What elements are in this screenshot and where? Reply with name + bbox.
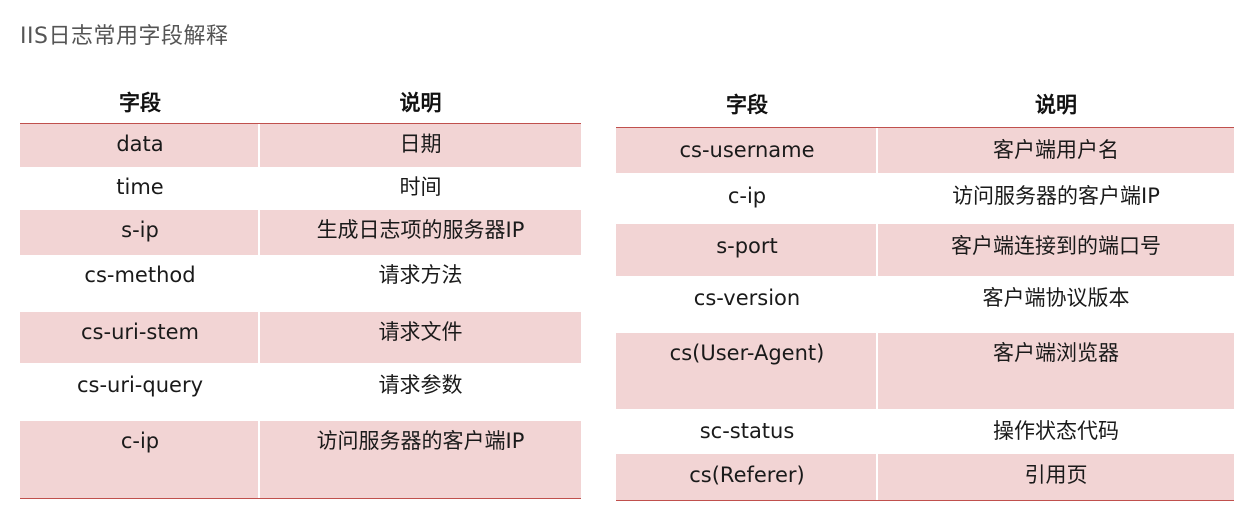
header-field: 字段 (119, 91, 161, 115)
desc-cell: 引用页 (1024, 463, 1088, 487)
table-row: cs(Referer) 引用页 (616, 454, 1234, 501)
table-row: cs-method 请求方法 (20, 255, 581, 312)
table-header: 字段 说明 (20, 83, 581, 124)
header-field: 字段 (726, 93, 768, 117)
table-row: cs-version 客户端协议版本 (616, 276, 1234, 333)
desc-cell: 客户端浏览器 (993, 341, 1119, 365)
field-cell: cs-uri-query (76, 373, 204, 397)
desc-cell: 日期 (399, 132, 442, 156)
field-cell: s-port (716, 234, 778, 258)
right-field-table: 字段 说明 cs-username 客户端用户名 c-ip 访问服务器的客户端I… (616, 83, 1234, 501)
table-row: cs-username 客户端用户名 (616, 128, 1234, 173)
left-field-table: 字段 说明 data 日期 time 时间 s-ip 生成日志项的服务器IP c… (20, 83, 581, 499)
field-cell: s-ip (121, 218, 159, 242)
field-cell: cs(User-Agent) (669, 341, 825, 365)
table-row: cs(User-Agent) 客户端浏览器 (616, 333, 1234, 409)
desc-cell: 访问服务器的客户端IP (952, 184, 1160, 208)
desc-cell: 生成日志项的服务器IP (316, 218, 525, 242)
table-row: c-ip 访问服务器的客户端IP (20, 421, 581, 499)
desc-cell: 访问服务器的客户端IP (316, 429, 525, 453)
field-cell: cs-username (679, 138, 815, 162)
table-header: 字段 说明 (616, 83, 1234, 128)
field-cell: cs(Referer) (689, 463, 805, 487)
desc-cell: 客户端用户名 (993, 138, 1119, 162)
table-row: cs-uri-query 请求参数 (20, 363, 581, 421)
table-row: time 时间 (20, 167, 581, 210)
field-cell: time (116, 175, 164, 199)
table-row: s-port 客户端连接到的端口号 (616, 224, 1234, 276)
field-cell: c-ip (727, 184, 767, 208)
header-desc: 说明 (1035, 93, 1077, 117)
field-cell: cs-version (693, 286, 801, 310)
field-cell: cs-method (84, 263, 196, 287)
desc-cell: 请求方法 (378, 263, 463, 287)
field-cell: sc-status (699, 419, 795, 443)
table-row: sc-status 操作状态代码 (616, 409, 1234, 454)
desc-cell: 操作状态代码 (993, 419, 1119, 443)
page-title: IIS日志常用字段解释 (20, 24, 229, 49)
field-cell: data (116, 132, 164, 156)
desc-cell: 客户端协议版本 (982, 286, 1130, 310)
table-row: cs-uri-stem 请求文件 (20, 312, 581, 363)
table-row: c-ip 访问服务器的客户端IP (616, 173, 1234, 224)
desc-cell: 请求参数 (378, 373, 463, 397)
field-cell: cs-uri-stem (81, 320, 199, 344)
desc-cell: 请求文件 (378, 320, 463, 344)
desc-cell: 时间 (399, 175, 442, 199)
desc-cell: 客户端连接到的端口号 (951, 234, 1161, 258)
field-cell: c-ip (120, 429, 160, 453)
header-desc: 说明 (399, 91, 442, 115)
table-row: data 日期 (20, 124, 581, 167)
table-row: s-ip 生成日志项的服务器IP (20, 210, 581, 255)
